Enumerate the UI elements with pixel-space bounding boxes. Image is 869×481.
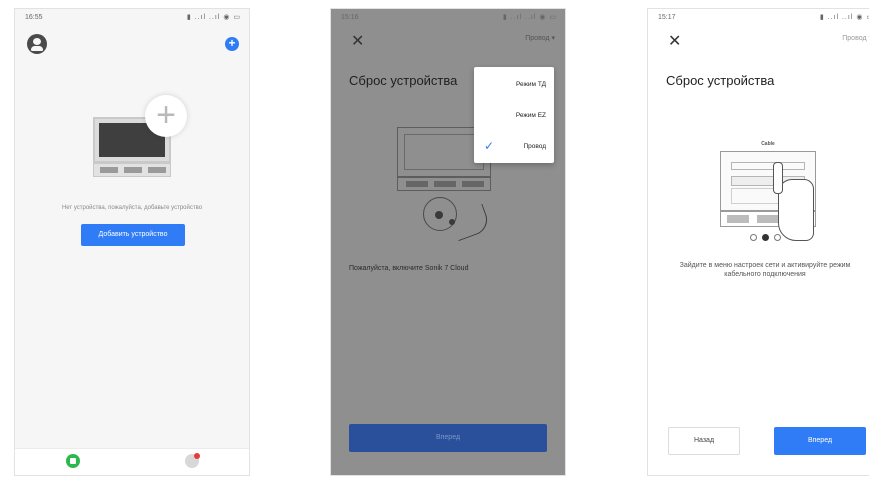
instruction-text: Зайдите в меню настроек сети и активируй… [679,262,851,278]
status-time: 16:55 [25,14,43,21]
page-title: Сброс устройства [349,73,458,88]
forward-button[interactable]: Вперед [774,427,866,455]
empty-state-text: Нет устройства, пожалуйста, добавьте уст… [61,205,203,211]
status-bar: 16:55 ▮ ..ıl ..ıl ◉ ▭ [15,9,249,27]
phone-screen-reset-cable: 15:17 ▮ ..ıl ..ıl ◉ ▭ ✕ Провод ▾ Сброс у… [647,8,869,476]
menu-item-ez-mode[interactable]: Режим EZ [474,100,554,130]
status-bar: 15:17 ▮ ..ıl ..ıl ◉ ▭ [648,9,869,27]
page-title: Сброс устройства [666,73,775,88]
add-device-plus-button[interactable]: + [225,37,239,51]
menu-item-cable-mode[interactable]: ✓ Провод [474,131,554,161]
illustration-label: Cable [761,141,775,147]
close-icon[interactable]: ✕ [668,31,681,51]
menu-item-td-mode[interactable]: Режим ТД [474,69,554,99]
status-icons: ▮ ..ıl ..ıl ◉ ▭ [502,14,557,21]
profile-tab-icon[interactable] [185,453,200,468]
menu-item-label: Режим EZ [515,112,546,119]
status-bar: 15:16 ▮ ..ıl ..ıl ◉ ▭ [331,9,565,27]
back-button[interactable]: Назад [668,427,740,455]
connection-mode-selector[interactable]: Провод ▾ [525,34,555,42]
forward-button[interactable]: Вперед [349,424,547,452]
hand-icon [773,162,814,241]
phone-screen-reset-menu: 15:16 ▮ ..ıl ..ıl ◉ ▭ ✕ Провод ▾ Сброс у… [330,8,566,476]
instruction-text: Пожалуйста, включите Sonik 7 Cloud [349,265,469,272]
close-icon[interactable]: ✕ [351,31,364,51]
status-time: 15:16 [341,14,359,21]
status-icons: ▮ ..ıl ..ıl ◉ ▭ [186,14,241,21]
cable-setup-illustration: Cable [718,137,818,247]
profile-avatar-icon[interactable] [27,34,47,54]
add-plus-icon[interactable]: + [145,95,187,137]
phone-screen-home: 16:55 ▮ ..ıl ..ıl ◉ ▭ + + Нет устройства… [14,8,250,476]
home-tab-icon[interactable] [66,454,80,468]
connection-mode-selector[interactable]: Провод ▾ [842,34,869,42]
device-base-graphic [397,177,491,191]
connection-mode-dropdown: Режим ТД Режим EZ ✓ Провод [474,67,554,163]
cable-illustration [423,197,503,247]
pager-dots [750,233,790,243]
bottom-navigation [15,448,249,475]
add-device-button[interactable]: Добавить устройство [81,224,185,246]
device-base-graphic [93,163,171,177]
menu-item-label: Режим ТД [515,81,546,88]
menu-item-label: Провод [523,143,546,150]
checkmark-icon: ✓ [484,139,495,153]
status-time: 15:17 [658,14,676,21]
status-icons: ▮ ..ıl ..ıl ◉ ▭ [819,14,869,21]
